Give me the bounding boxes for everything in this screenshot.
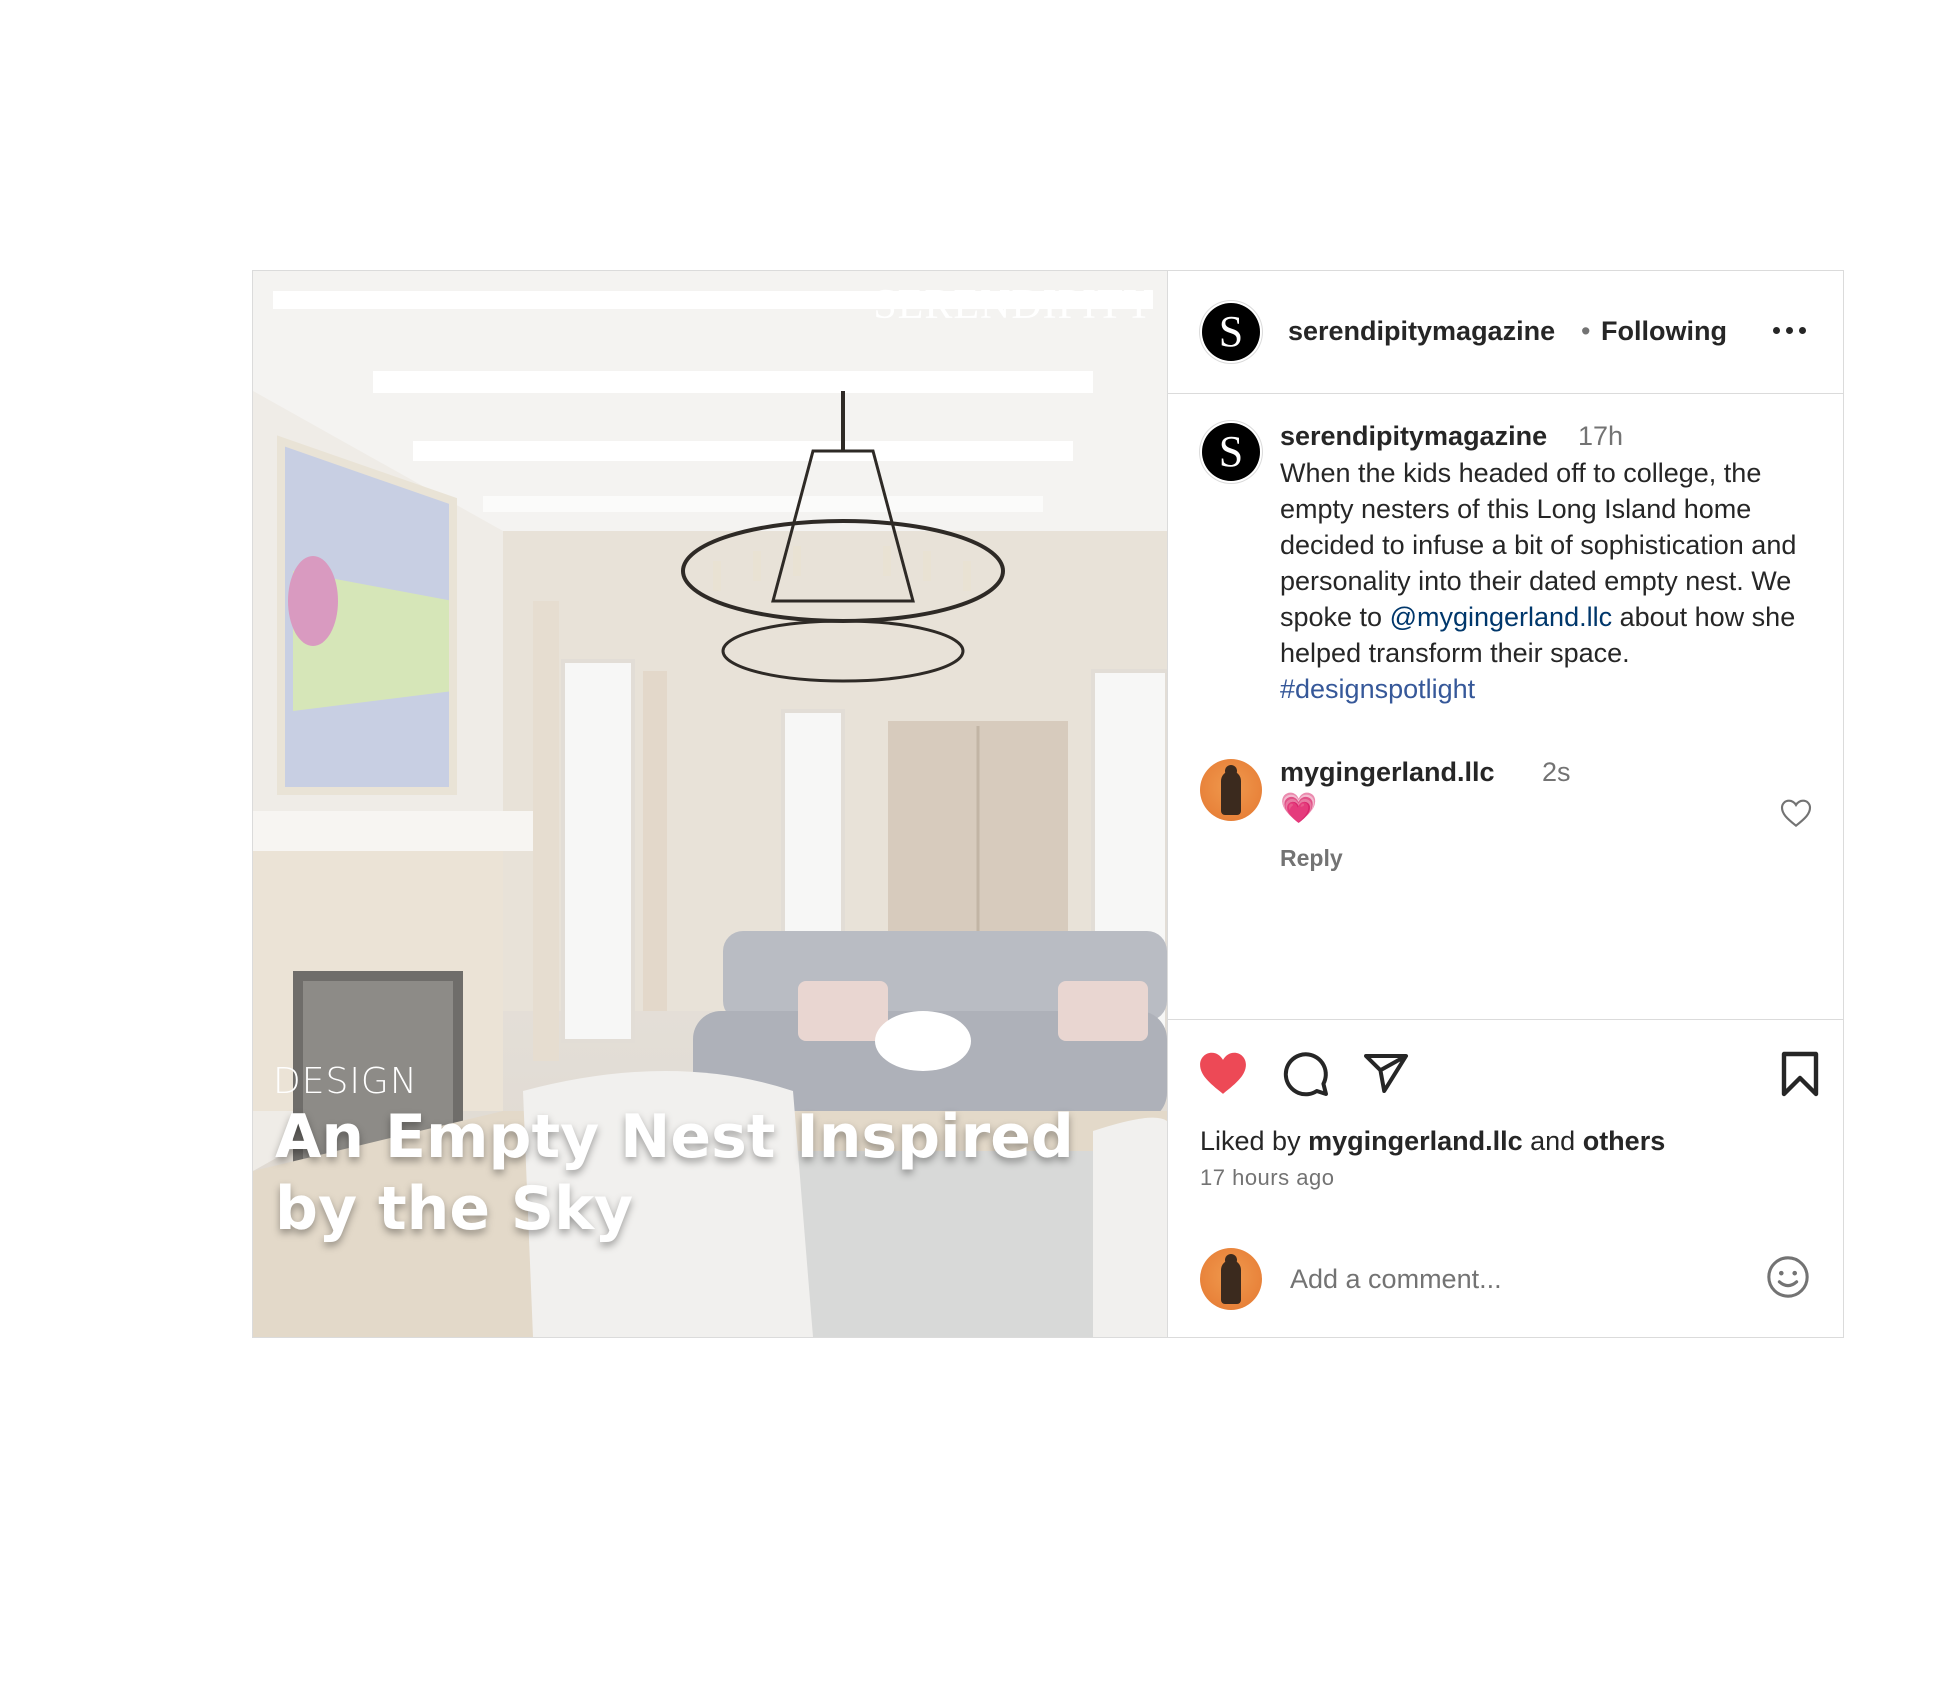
comment-icon[interactable] bbox=[1282, 1050, 1330, 1098]
instagram-post: SERENDIPITY DESIGN An Empty Nest Inspire… bbox=[252, 270, 1844, 1338]
brand-logo: SERENDIPITY bbox=[873, 282, 1155, 328]
likes-prefix: Liked by bbox=[1200, 1126, 1309, 1156]
post-image[interactable]: SERENDIPITY DESIGN An Empty Nest Inspire… bbox=[253, 271, 1167, 1337]
caption-avatar[interactable]: S bbox=[1202, 423, 1260, 481]
comment-username[interactable]: mygingerland.llc bbox=[1280, 757, 1495, 788]
separator-dot: • bbox=[1581, 316, 1591, 346]
likes-summary: Liked by mygingerland.llc and others bbox=[1200, 1126, 1665, 1157]
post-sidebar: S serendipitymagazine • Following S sere… bbox=[1167, 271, 1843, 1337]
commenter-avatar[interactable] bbox=[1200, 759, 1262, 821]
heart-filled-icon[interactable] bbox=[1198, 1050, 1248, 1096]
image-headline: An Empty Nest Inspired by the Sky bbox=[275, 1102, 1074, 1244]
caption-time[interactable]: 17h bbox=[1578, 421, 1623, 452]
caption-text: When the kids headed off to college, the… bbox=[1280, 455, 1820, 707]
comment-like-heart-icon[interactable] bbox=[1780, 798, 1812, 828]
mention-link[interactable]: @mygingerland.llc bbox=[1390, 602, 1613, 632]
caption-username[interactable]: serendipitymagazine bbox=[1280, 421, 1547, 452]
reply-button[interactable]: Reply bbox=[1280, 845, 1343, 872]
action-bar: Liked by mygingerland.llc and others 17 … bbox=[1168, 1019, 1843, 1338]
emoji-icon[interactable] bbox=[1765, 1254, 1811, 1300]
comment-time[interactable]: 2s bbox=[1542, 757, 1571, 788]
hashtag-link[interactable]: #designspotlight bbox=[1280, 674, 1475, 704]
post-timestamp[interactable]: 17 hours ago bbox=[1200, 1165, 1334, 1191]
more-horizontal-icon[interactable] bbox=[1773, 327, 1807, 335]
add-comment-input[interactable]: Add a comment... bbox=[1290, 1264, 1502, 1295]
likes-mid: and bbox=[1522, 1126, 1583, 1156]
current-user-avatar bbox=[1200, 1248, 1262, 1310]
following-button[interactable]: Following bbox=[1601, 316, 1727, 347]
liked-by-others-link[interactable]: others bbox=[1583, 1126, 1666, 1156]
liked-by-user-link[interactable]: mygingerland.llc bbox=[1308, 1126, 1523, 1156]
comment-text: 💗 bbox=[1280, 792, 1318, 825]
category-label: DESIGN bbox=[273, 1061, 418, 1102]
share-icon[interactable] bbox=[1362, 1050, 1410, 1098]
profile-avatar[interactable]: S bbox=[1202, 303, 1260, 361]
post-header: S serendipitymagazine • Following bbox=[1168, 271, 1843, 394]
bookmark-icon[interactable] bbox=[1780, 1050, 1820, 1098]
header-username[interactable]: serendipitymagazine bbox=[1288, 316, 1555, 347]
